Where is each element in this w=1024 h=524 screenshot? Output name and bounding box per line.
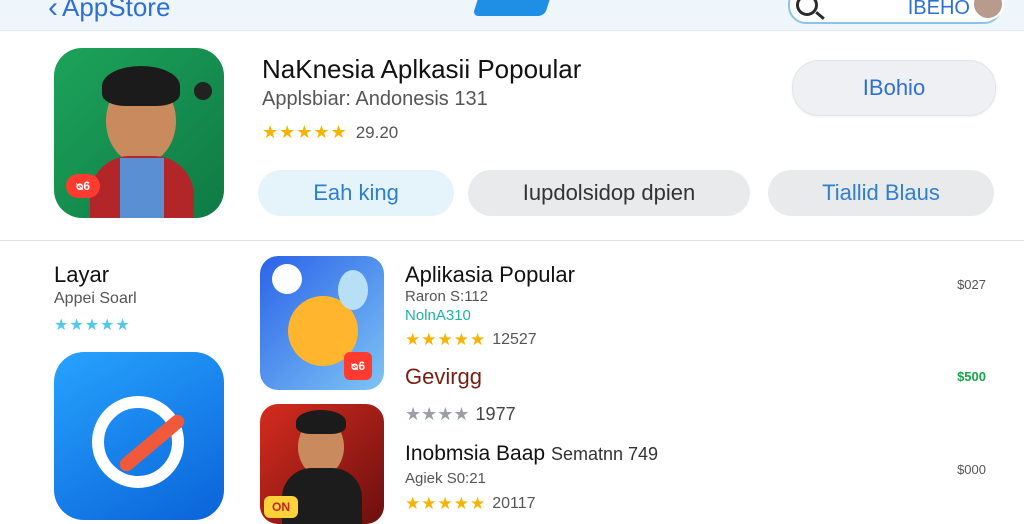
list-item-genre-1: Gevirgg [405, 364, 483, 389]
pill-button-3[interactable]: Tiallid Blaus [768, 170, 994, 216]
store-logo [472, 0, 552, 16]
featured-title: NaKnesia Aplkasii Popoular [262, 54, 582, 84]
star-rating-icon: ★★★★★ [405, 330, 487, 349]
star-rating-icon: ★★★★ [405, 404, 470, 424]
list-item-title-2: Inobmsia Baap Sematnn 749 [405, 442, 658, 466]
list-app-icon-1[interactable]: ᴓ6 [260, 256, 384, 390]
left-app-icon[interactable] [54, 352, 224, 520]
list-item-price-2[interactable]: $000 [957, 462, 986, 477]
section-divider [0, 240, 1024, 241]
featured-badge: ᴓ6 [66, 174, 100, 198]
list-item-rating-2: ★★★★★ 20117 [405, 494, 536, 514]
featured-app-icon[interactable]: ᴓ6 [54, 48, 224, 218]
list-item-subtitle-1: Raron S:112 [405, 288, 489, 305]
chevron-left-icon: ‹ [48, 0, 58, 24]
pill-button-2[interactable]: Iupdolsidop dpien [468, 170, 750, 216]
star-rating-icon: ★★★★★ [405, 494, 487, 513]
portrait-shirt [120, 158, 164, 218]
featured-rating-count: 29.20 [355, 122, 399, 142]
list-item-title-1: Aplikasia Popular [405, 262, 575, 287]
list-item-price-alt-1[interactable]: $500 [957, 369, 986, 384]
featured-rating: ★★★★★ 29.20 [262, 122, 398, 143]
ring-logo-icon [92, 396, 184, 488]
search-icon [796, 0, 818, 16]
list-item-rating-count-2a: 1977 [475, 404, 516, 424]
portrait-hair [102, 66, 180, 106]
list-item-subtitle-2: Agiek S0:21 [405, 470, 486, 487]
list-app-badge-2: ON [264, 496, 298, 518]
list-item-rating-1: ★★★★★ 12527 [405, 330, 537, 350]
list-app-icon-2[interactable]: ON [260, 404, 384, 524]
list-item-rating-count-1: 12527 [492, 331, 537, 348]
search-field[interactable]: IBEHO [788, 0, 1004, 24]
left-title: Layar [54, 262, 110, 287]
star-rating-icon: ★★★★★ [262, 122, 348, 142]
left-star-rating-icon: ★★★★★ [54, 317, 131, 334]
list-item-title-2-bold: Inobmsia Baap [405, 442, 546, 465]
list-item-rating-2a: ★★★★ 1977 [405, 404, 516, 425]
back-button[interactable]: ‹ AppStore [48, 0, 170, 23]
back-label: AppStore [62, 0, 171, 22]
pill-button-1[interactable]: Eah king [258, 170, 454, 216]
list-item-price-1[interactable]: $027 [957, 277, 986, 292]
get-button[interactable]: IBohio [792, 60, 996, 116]
left-subtitle: Appei Soarl [54, 290, 137, 307]
list-app-badge-1: ᴓ6 [344, 352, 372, 380]
portrait-hair [296, 410, 346, 434]
search-value: IBEHO [907, 0, 970, 19]
balloon [338, 270, 368, 310]
decor-dot [194, 82, 212, 100]
list-item-rating-count-2: 20117 [492, 495, 536, 512]
play-icon [272, 264, 302, 294]
featured-subtitle: Applsbiar: Andonesis 131 [262, 88, 488, 110]
list-item-tag-1: NolnA310 [405, 307, 471, 324]
list-item-title-2-light: Sematnn 749 [550, 444, 659, 464]
